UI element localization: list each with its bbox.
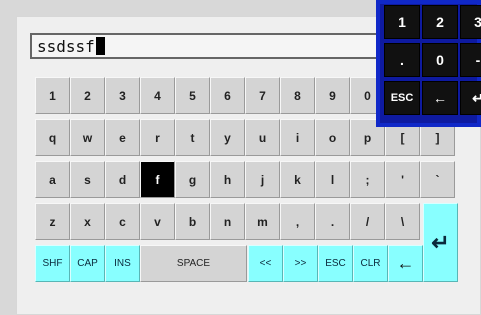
caps-lock-key[interactable]: CAP	[70, 245, 105, 282]
key-h[interactable]: h	[210, 161, 245, 198]
key-y[interactable]: y	[210, 119, 245, 156]
key-e[interactable]: e	[105, 119, 140, 156]
cursor-left-key[interactable]: <<	[248, 245, 283, 282]
numpad-key-minus[interactable]: -	[460, 43, 481, 77]
text-cursor	[95, 37, 105, 55]
key-semicolon[interactable]: ;	[350, 161, 385, 198]
space-bar[interactable]: SPACE	[140, 245, 247, 282]
typed-text: ssdssf	[37, 36, 95, 56]
key-c[interactable]: c	[105, 203, 140, 240]
key-w[interactable]: w	[70, 119, 105, 156]
key-1[interactable]: 1	[35, 77, 70, 114]
numpad-key-0[interactable]: 0	[422, 43, 458, 77]
key-7[interactable]: 7	[245, 77, 280, 114]
key-3[interactable]: 3	[105, 77, 140, 114]
key-6[interactable]: 6	[210, 77, 245, 114]
key-4[interactable]: 4	[140, 77, 175, 114]
key-period[interactable]: .	[315, 203, 350, 240]
enter-key[interactable]: ↵	[423, 203, 458, 282]
key-s[interactable]: s	[70, 161, 105, 198]
numpad-key-3[interactable]: 3	[460, 5, 481, 39]
key-v[interactable]: v	[140, 203, 175, 240]
numpad-key-1[interactable]: 1	[384, 5, 420, 39]
key-z[interactable]: z	[35, 203, 70, 240]
key-d[interactable]: d	[105, 161, 140, 198]
shift-key[interactable]: SHF	[35, 245, 70, 282]
key-q[interactable]: q	[35, 119, 70, 156]
backspace-key[interactable]: ←	[388, 245, 423, 282]
key-apostrophe[interactable]: '	[385, 161, 420, 198]
numpad-backspace-key[interactable]: ←	[422, 81, 458, 115]
key-slash[interactable]: /	[350, 203, 385, 240]
key-backslash[interactable]: \	[385, 203, 420, 240]
numpad-key-2[interactable]: 2	[422, 5, 458, 39]
key-5[interactable]: 5	[175, 77, 210, 114]
key-l[interactable]: l	[315, 161, 350, 198]
key-9[interactable]: 9	[315, 77, 350, 114]
key-r[interactable]: r	[140, 119, 175, 156]
key-b[interactable]: b	[175, 203, 210, 240]
numeric-keypad-popup: 1 2 3 . 0 - ESC ← ↵	[376, 0, 481, 127]
key-g[interactable]: g	[175, 161, 210, 198]
screen: ssdssf 1 2 3 4 5 6 7 8 9 0 - = q w e r t…	[0, 0, 481, 315]
key-f-active[interactable]: f	[140, 161, 175, 198]
key-m[interactable]: m	[245, 203, 280, 240]
key-u[interactable]: u	[245, 119, 280, 156]
numpad-enter-key[interactable]: ↵	[460, 81, 481, 115]
insert-key[interactable]: INS	[105, 245, 140, 282]
key-a[interactable]: a	[35, 161, 70, 198]
key-o[interactable]: o	[315, 119, 350, 156]
escape-key[interactable]: ESC	[318, 245, 353, 282]
numpad-escape-key[interactable]: ESC	[384, 81, 420, 115]
numpad-key-decimal[interactable]: .	[384, 43, 420, 77]
key-t[interactable]: t	[175, 119, 210, 156]
key-i[interactable]: i	[280, 119, 315, 156]
cursor-right-key[interactable]: >>	[283, 245, 318, 282]
key-8[interactable]: 8	[280, 77, 315, 114]
key-2[interactable]: 2	[70, 77, 105, 114]
key-backtick[interactable]: `	[420, 161, 455, 198]
key-comma[interactable]: ,	[280, 203, 315, 240]
key-k[interactable]: k	[280, 161, 315, 198]
key-x[interactable]: x	[70, 203, 105, 240]
clear-key[interactable]: CLR	[353, 245, 388, 282]
key-n[interactable]: n	[210, 203, 245, 240]
key-j[interactable]: j	[245, 161, 280, 198]
